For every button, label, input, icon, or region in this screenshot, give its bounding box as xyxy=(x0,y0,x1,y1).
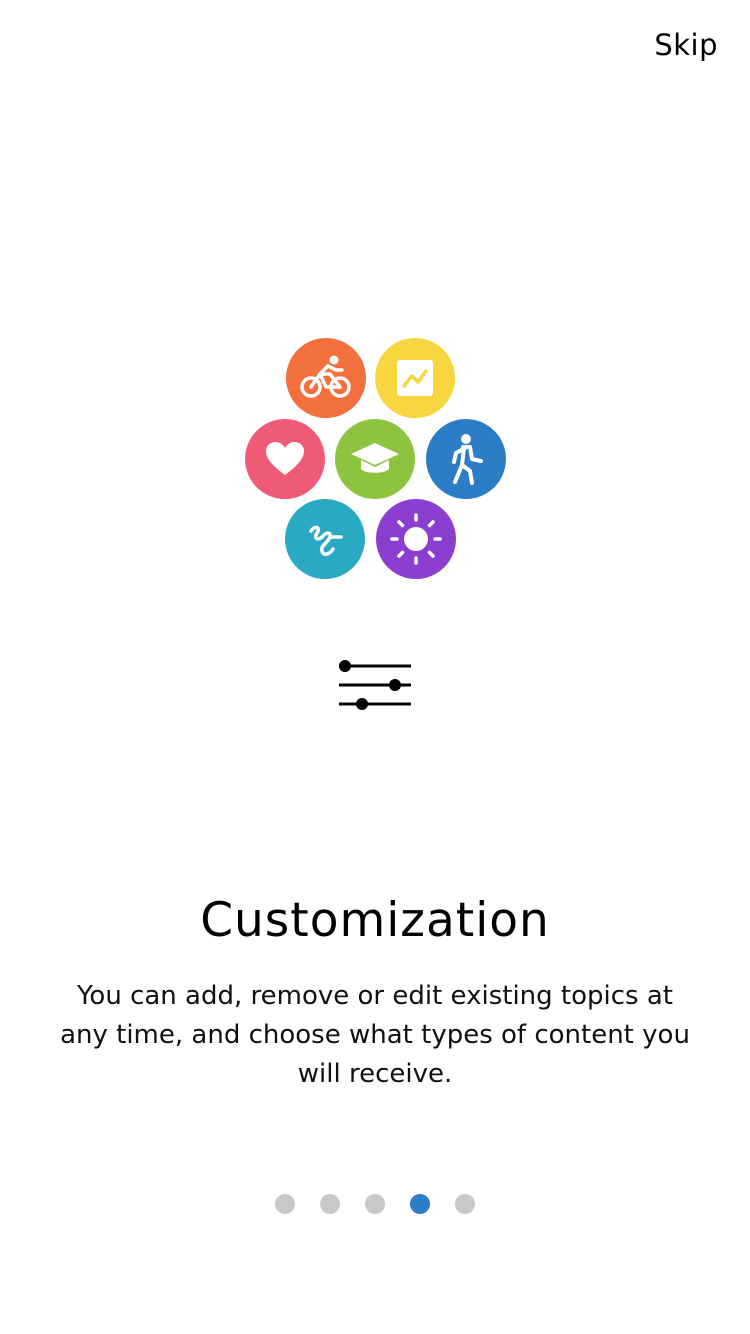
sun-icon xyxy=(390,513,442,565)
swimmer-icon xyxy=(309,525,343,556)
graduation-cap-bubble xyxy=(335,419,415,499)
page-description: You can add, remove or edit existing top… xyxy=(60,981,690,1089)
graduation-cap-icon xyxy=(351,443,399,473)
page-dot-4[interactable] xyxy=(410,1194,430,1214)
page-title: Customization xyxy=(200,893,550,948)
heart-icon xyxy=(266,442,304,475)
skip-button[interactable]: Skip xyxy=(654,28,718,62)
walking-person-bubble xyxy=(426,419,506,499)
page-dot-1[interactable] xyxy=(275,1194,295,1214)
sun-bubble xyxy=(376,499,456,579)
heart-bubble xyxy=(245,419,325,499)
pagination-dots xyxy=(275,1194,475,1214)
sliders-icon xyxy=(339,660,411,710)
swimmer-bubble xyxy=(285,499,365,579)
page-dot-3[interactable] xyxy=(365,1194,385,1214)
page-dot-2[interactable] xyxy=(320,1194,340,1214)
page-dot-5[interactable] xyxy=(455,1194,475,1214)
bicycle-bubble xyxy=(286,338,366,418)
walking-person-icon xyxy=(452,434,483,485)
bicycle-icon xyxy=(300,355,351,398)
chart-bubble xyxy=(375,338,455,418)
chart-icon xyxy=(397,360,433,396)
